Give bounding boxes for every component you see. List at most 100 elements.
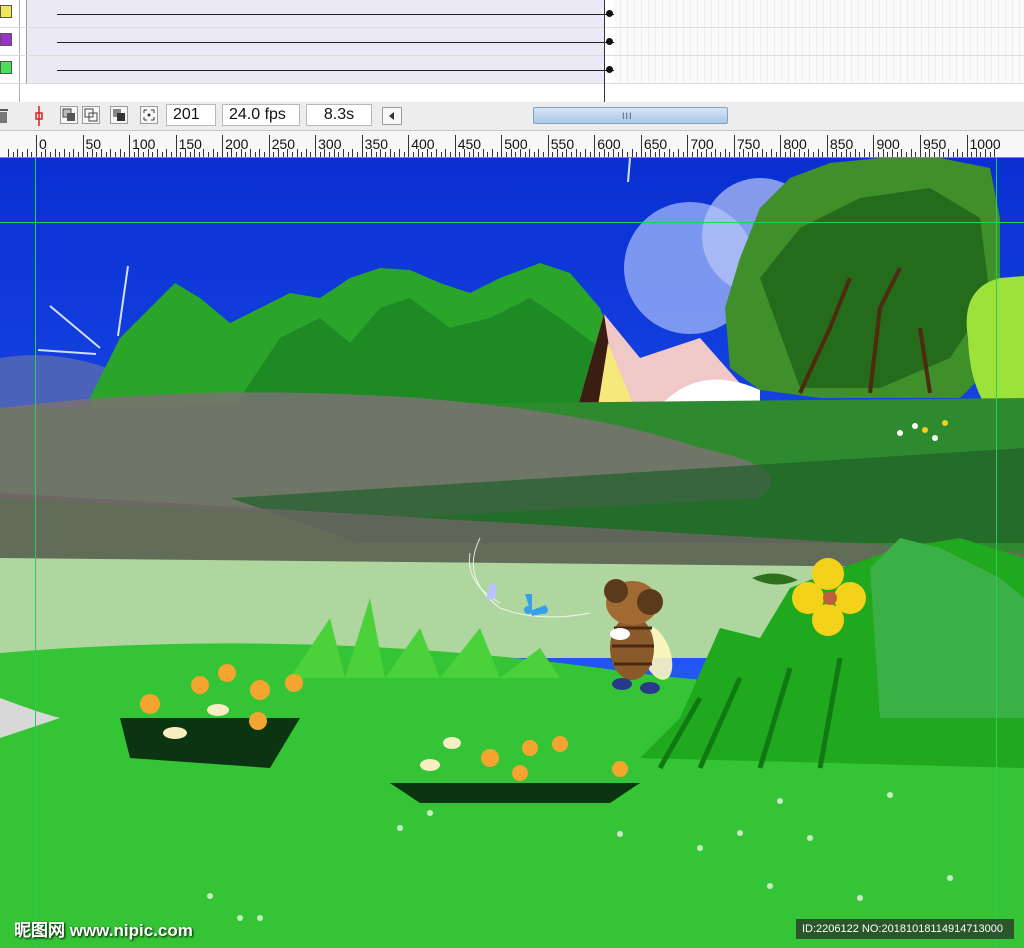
scroll-left-icon[interactable] (382, 107, 402, 125)
ruler-tick (733, 135, 735, 157)
ruler-tick (547, 135, 549, 157)
ruler-tick (180, 152, 182, 157)
ruler-tick (68, 152, 70, 157)
ruler-tick (217, 152, 219, 157)
layer-row-2[interactable] (0, 28, 1024, 56)
ruler-tick (389, 149, 391, 157)
ruler-label: 650 (643, 136, 668, 152)
frame-rate-field[interactable]: 24.0 fps (222, 104, 300, 126)
ruler-tick (645, 152, 647, 157)
ruler-tick (203, 149, 205, 157)
ruler-tick (515, 152, 517, 157)
guide-line-vertical[interactable] (35, 158, 36, 948)
scrollbar-grip[interactable]: III (622, 111, 633, 121)
tween-frames[interactable] (26, 56, 630, 83)
ruler-tick (482, 149, 484, 157)
edit-multiple-frames-icon[interactable] (110, 106, 128, 124)
ruler-tick (766, 152, 768, 157)
ruler-tick (319, 152, 321, 157)
ruler-tick (450, 152, 452, 157)
ruler-label: 50 (85, 136, 102, 152)
ruler-tick (366, 152, 368, 157)
ruler-tick (384, 152, 386, 157)
onion-skin-icon[interactable] (60, 106, 78, 124)
ruler-tick (636, 152, 638, 157)
ruler-tick (738, 152, 740, 157)
layer-row-1[interactable] (0, 0, 1024, 28)
ruler-tick (859, 152, 861, 157)
ruler-tick (496, 152, 498, 157)
ruler-tick (673, 152, 675, 157)
ruler-tick (245, 152, 247, 157)
keyframe-dot[interactable] (606, 66, 613, 73)
current-frame-field[interactable]: 201 (166, 104, 216, 126)
tween-frames[interactable] (26, 28, 630, 55)
ruler-tick (729, 152, 731, 157)
ruler-tick (343, 149, 345, 157)
ruler-tick (640, 135, 642, 157)
ruler-tick (143, 152, 144, 157)
ruler-tick (910, 149, 912, 157)
empty-frames[interactable] (614, 0, 1024, 27)
layer-color-swatch[interactable] (0, 61, 12, 74)
onion-skin-outline-icon[interactable] (82, 106, 100, 124)
ruler-label: 150 (178, 136, 202, 152)
layer-row-3[interactable] (0, 56, 1024, 84)
empty-frames[interactable] (614, 28, 1024, 55)
modify-onion-markers-icon[interactable] (140, 106, 158, 124)
ruler-tick (236, 152, 238, 157)
tween-frames[interactable] (26, 0, 630, 27)
ruler-tick (96, 152, 98, 157)
guide-line-horizontal[interactable] (0, 222, 1024, 223)
layer-color-swatch[interactable] (0, 33, 12, 46)
ruler-tick (315, 135, 317, 157)
ruler-tick (943, 152, 945, 157)
center-frame-icon[interactable] (30, 106, 48, 126)
ruler-tick (454, 135, 456, 157)
empty-frames[interactable] (614, 56, 1024, 83)
ruler-tick (301, 152, 303, 157)
ruler-tick (59, 152, 61, 157)
ruler-tick (8, 149, 10, 157)
keyframe-dot[interactable] (606, 38, 613, 45)
ruler-tick (73, 149, 75, 157)
stage-canvas[interactable] (0, 158, 1024, 948)
ruler-tick (152, 152, 154, 157)
playhead[interactable] (604, 0, 605, 102)
ruler-tick (771, 149, 773, 157)
ruler-tick (933, 152, 935, 157)
ruler-tick (487, 152, 489, 157)
ruler-label: 500 (504, 136, 528, 152)
ruler-tick (571, 152, 573, 157)
ruler-tick (412, 152, 414, 157)
ruler-tick (608, 152, 610, 157)
ruler-tick (710, 152, 712, 157)
ruler-tick (49, 152, 51, 157)
layer-color-swatch[interactable] (0, 5, 12, 18)
ruler-label: 750 (736, 136, 761, 152)
ruler-tick (124, 152, 126, 157)
ruler-tick (40, 152, 42, 157)
ruler-tick (915, 152, 917, 157)
trash-icon[interactable] (0, 108, 8, 124)
ruler-label: 200 (225, 136, 249, 152)
ruler-tick (282, 152, 284, 157)
ruler-tick (947, 149, 949, 157)
keyframe-dot[interactable] (606, 10, 613, 17)
ruler-tick (622, 149, 624, 157)
ruler-tick (170, 152, 172, 157)
ruler-tick (785, 152, 787, 157)
ruler-tick (175, 135, 177, 157)
guide-line-vertical[interactable] (996, 158, 997, 948)
ruler-tick (110, 149, 112, 157)
ruler-tick (22, 152, 24, 157)
ruler-tick (361, 135, 363, 157)
watermark-site: 昵图网 www.nipic.com (14, 921, 193, 940)
ruler-tick (701, 152, 703, 157)
ruler-tick (156, 149, 158, 157)
ruler-label: 950 (922, 136, 947, 152)
ruler-tick (617, 152, 619, 157)
ruler-label: 450 (457, 136, 482, 152)
timeline-scrollbar[interactable]: III (533, 107, 728, 124)
ruler-tick (952, 152, 954, 157)
